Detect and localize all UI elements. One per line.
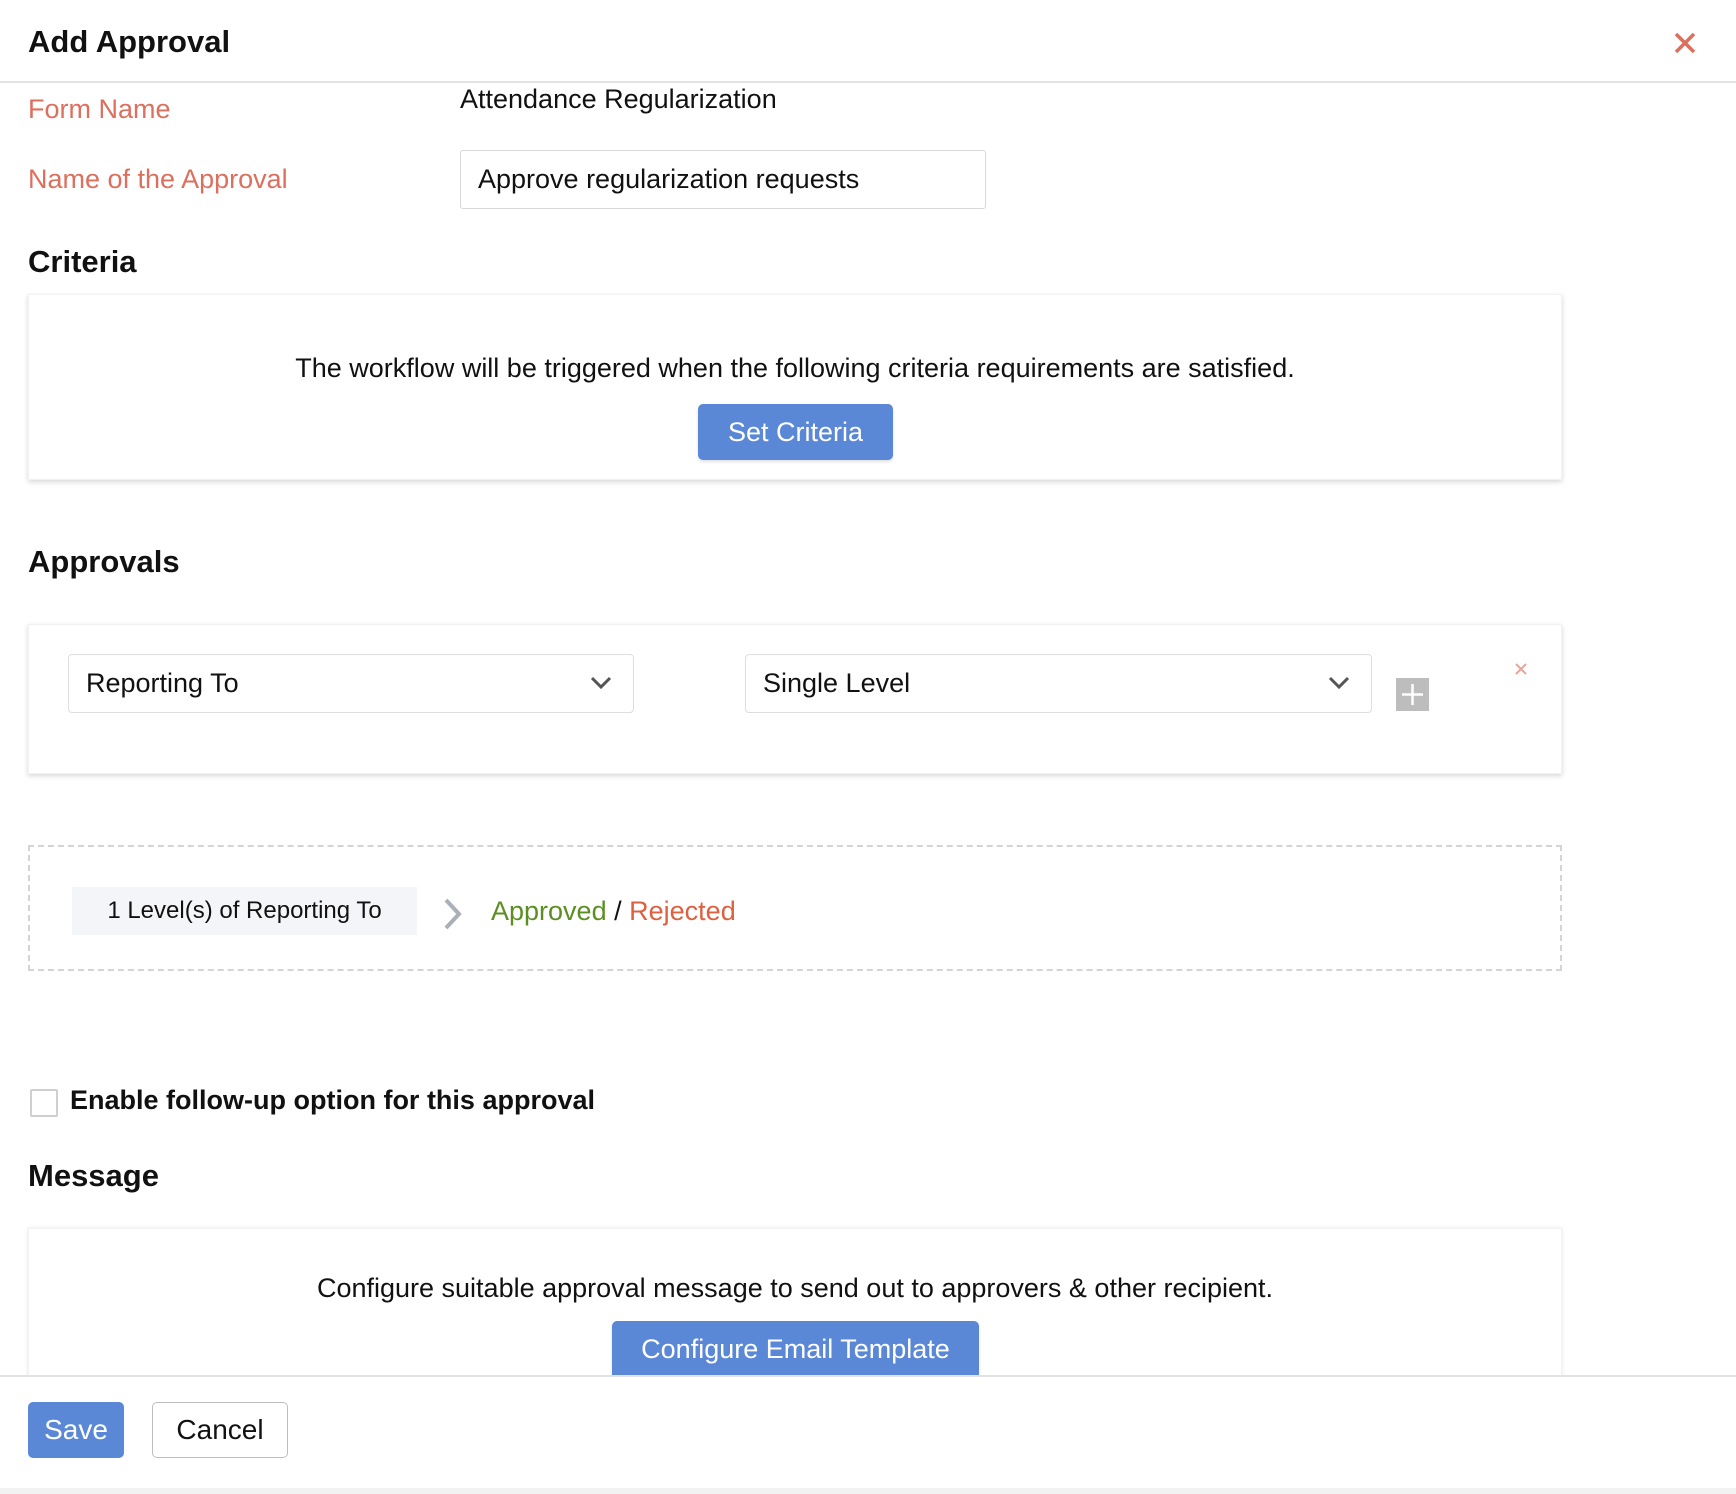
chevron-right-icon — [444, 898, 462, 930]
set-criteria-button[interactable]: Set Criteria — [698, 404, 893, 460]
level-type-select[interactable]: Single Level — [745, 654, 1372, 713]
level-type-value: Single Level — [763, 668, 911, 698]
configure-email-template-button[interactable]: Configure Email Template — [612, 1321, 979, 1377]
level-summary-chip: 1 Level(s) of Reporting To — [72, 887, 417, 935]
approvals-heading: Approvals — [28, 544, 180, 579]
approver-type-value: Reporting To — [86, 668, 239, 698]
cancel-button[interactable]: Cancel — [152, 1402, 288, 1458]
chevron-down-icon — [1328, 676, 1350, 690]
rejected-label: Rejected — [629, 896, 736, 926]
approval-name-input[interactable] — [460, 150, 986, 209]
approval-flow-summary: 1 Level(s) of Reporting To Approved / Re… — [28, 845, 1562, 971]
save-button[interactable]: Save — [28, 1402, 124, 1458]
approved-label: Approved — [491, 896, 607, 926]
outcome-separator: / — [614, 896, 622, 926]
approval-name-label: Name of the Approval — [28, 164, 288, 194]
dialog-title: Add Approval — [28, 24, 231, 59]
message-description: Configure suitable approval message to s… — [316, 1273, 1274, 1303]
form-name-label: Form Name — [28, 94, 171, 124]
message-heading: Message — [28, 1158, 159, 1193]
close-button[interactable] — [1670, 28, 1700, 58]
footer-divider — [0, 1375, 1736, 1377]
criteria-heading: Criteria — [28, 244, 137, 279]
close-icon — [1674, 32, 1696, 54]
close-icon — [1515, 663, 1527, 675]
flow-outcome: Approved / Rejected — [491, 896, 736, 927]
form-name-value: Attendance Regularization — [460, 84, 777, 114]
approver-type-select[interactable]: Reporting To — [68, 654, 634, 713]
message-card: Configure suitable approval message to s… — [28, 1228, 1562, 1388]
chevron-down-icon — [590, 676, 612, 690]
followup-checkbox[interactable] — [30, 1089, 58, 1117]
remove-approval-button[interactable] — [1514, 662, 1528, 676]
dialog-header: Add Approval — [0, 0, 1736, 83]
plus-icon — [1402, 684, 1423, 705]
add-level-button[interactable] — [1396, 678, 1429, 711]
footer-bottom-edge — [0, 1488, 1736, 1494]
followup-label[interactable]: Enable follow-up option for this approva… — [70, 1085, 595, 1116]
criteria-description: The workflow will be triggered when the … — [295, 353, 1295, 383]
criteria-card: The workflow will be triggered when the … — [28, 294, 1562, 480]
